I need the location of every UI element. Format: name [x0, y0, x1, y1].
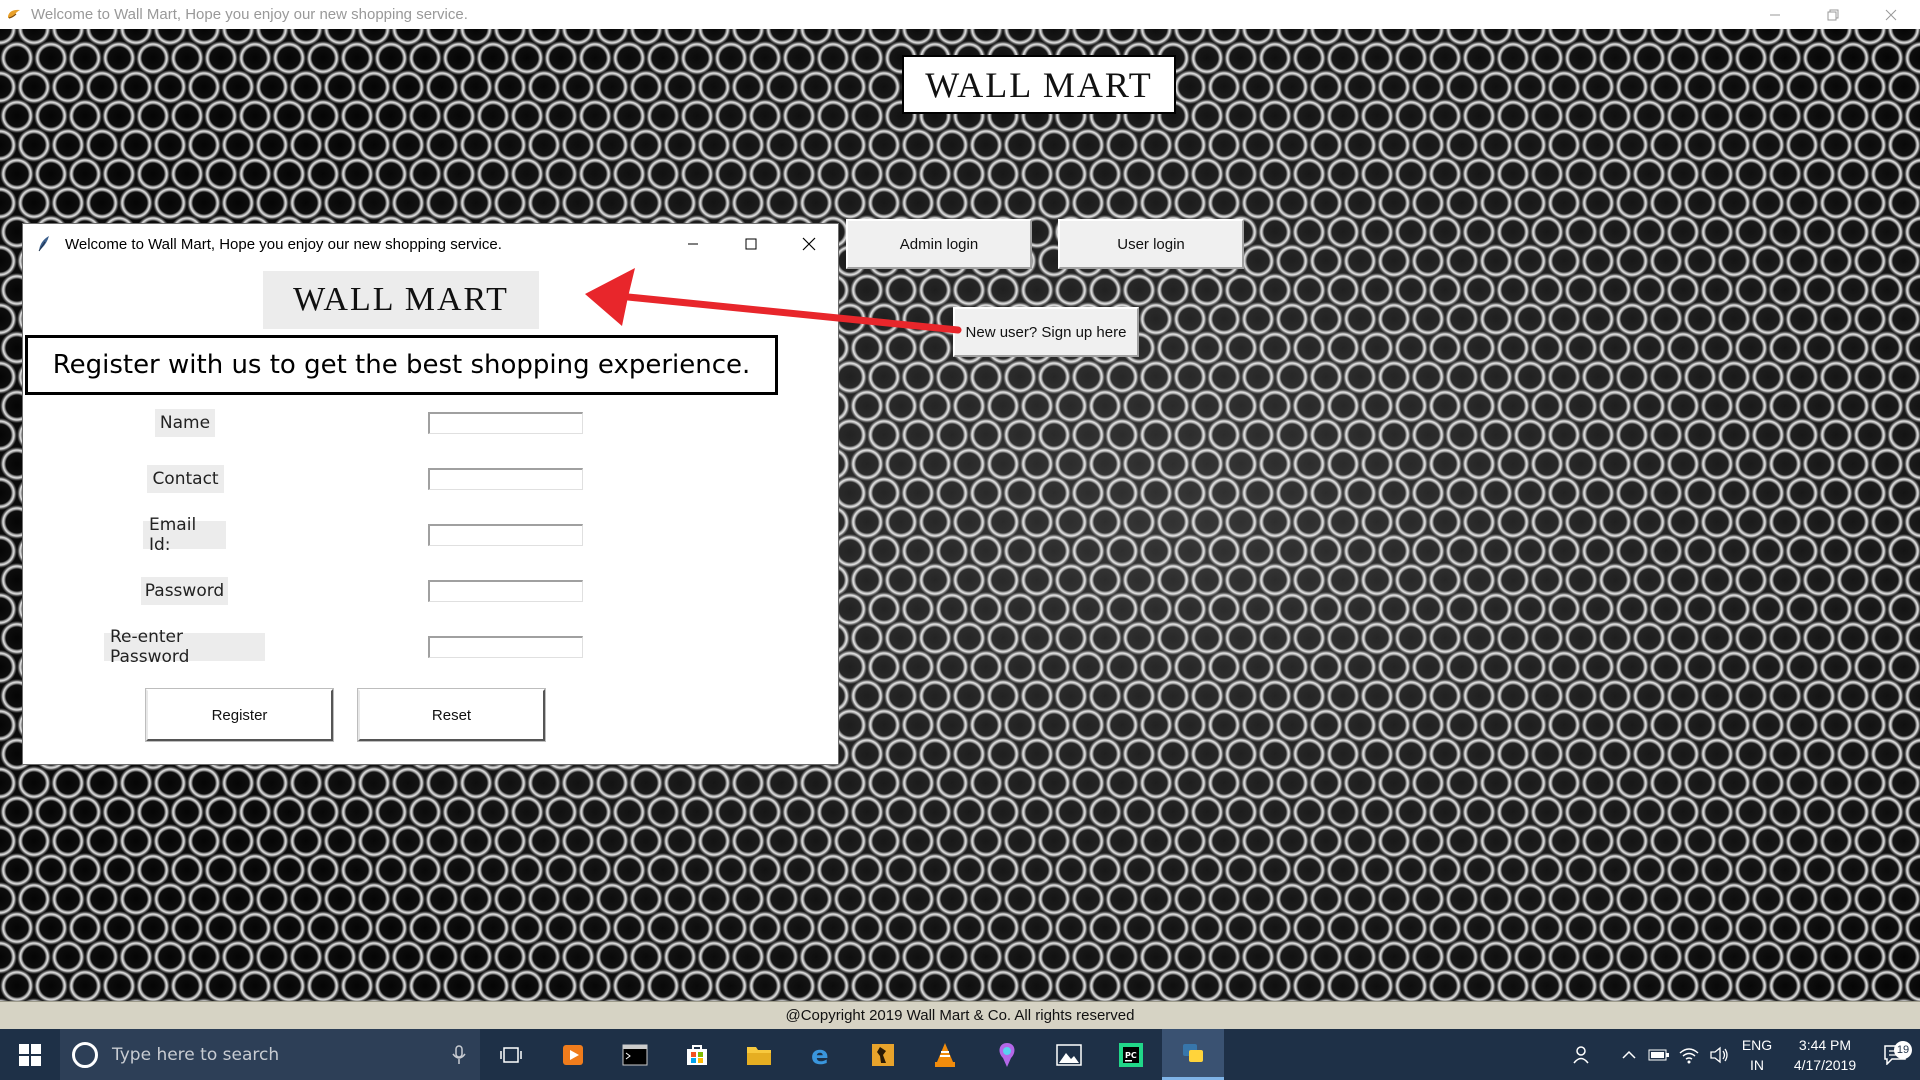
clock[interactable]: 3:44 PM 4/17/2019: [1780, 1035, 1870, 1075]
store-icon: [687, 1044, 707, 1065]
counter-strike-button[interactable]: [852, 1029, 914, 1080]
restore-button[interactable]: [1804, 0, 1862, 29]
reenter-password-label: Re-enter Password: [104, 627, 265, 667]
register-minimize-button[interactable]: [664, 224, 722, 264]
register-window[interactable]: Welcome to Wall Mart, Hope you enjoy our…: [23, 224, 838, 764]
clock-time: 3:44 PM: [1798, 1036, 1852, 1053]
edge-button[interactable]: e: [790, 1029, 852, 1080]
svg-text:e: e: [811, 1042, 829, 1068]
notification-count-badge: 19: [1894, 1040, 1912, 1059]
main-window-titlebar[interactable]: Welcome to Wall Mart, Hope you enjoy our…: [0, 0, 1920, 29]
photos-button[interactable]: [1038, 1029, 1100, 1080]
system-tray: ENG IN 3:44 PM 4/17/2019 19: [1568, 1029, 1920, 1080]
register-heading: Register with us to get the best shoppin…: [25, 335, 778, 395]
name-input[interactable]: [428, 412, 583, 434]
terminal-icon: [622, 1044, 648, 1065]
task-view-button[interactable]: [480, 1029, 542, 1080]
vlc-button[interactable]: [914, 1029, 976, 1080]
reenter-password-input[interactable]: [428, 636, 583, 658]
chevron-up-icon: [1622, 1050, 1636, 1059]
reset-button[interactable]: Reset: [358, 689, 545, 741]
user-login-button[interactable]: User login: [1058, 219, 1244, 269]
windows-logo-icon: [19, 1043, 41, 1066]
task-view-icon: [500, 1046, 522, 1063]
copyright-text: @Copyright 2019 Wall Mart & Co. All righ…: [785, 1007, 1135, 1024]
register-logo: WALL MART: [263, 271, 539, 329]
file-explorer-icon: [747, 1046, 771, 1065]
close-button[interactable]: [1862, 0, 1920, 29]
cortana-icon: [72, 1041, 98, 1068]
register-maximize-button[interactable]: [722, 224, 780, 264]
register-window-title: Welcome to Wall Mart, Hope you enjoy our…: [65, 235, 502, 253]
main-window-title: Welcome to Wall Mart, Hope you enjoy our…: [31, 6, 468, 23]
edge-icon: e: [811, 1042, 829, 1068]
microphone-icon[interactable]: [452, 1044, 466, 1065]
password-label: Password: [141, 577, 228, 605]
battery-button[interactable]: [1644, 1049, 1674, 1061]
register-close-button[interactable]: [780, 224, 838, 264]
windows-taskbar: Type here to search e PC ENG IN 3:44 PM …: [0, 1029, 1920, 1080]
people-button[interactable]: [1568, 1045, 1598, 1065]
wifi-button[interactable]: [1674, 1046, 1704, 1064]
python-icon: [1183, 1044, 1203, 1062]
python-app-button[interactable]: [1162, 1029, 1224, 1080]
volume-icon: [1710, 1046, 1728, 1063]
taskbar-search-box[interactable]: Type here to search: [60, 1029, 480, 1080]
start-button[interactable]: [0, 1029, 60, 1080]
photos-icon: [1056, 1043, 1082, 1066]
clock-date: 4/17/2019: [1793, 1056, 1857, 1073]
restore-icon: [1827, 9, 1839, 20]
contact-input[interactable]: [428, 468, 583, 490]
volume-button[interactable]: [1704, 1046, 1734, 1064]
name-label: Name: [155, 409, 215, 437]
store-button[interactable]: [666, 1029, 728, 1080]
tk-feather-icon: [38, 236, 49, 252]
language-indicator[interactable]: ENG IN: [1734, 1035, 1780, 1075]
paint3d-icon: [999, 1042, 1015, 1067]
people-icon: [1573, 1045, 1589, 1063]
close-icon: [802, 237, 816, 251]
python-feather-icon: [8, 9, 20, 19]
language-line1: ENG: [1741, 1036, 1773, 1053]
pycharm-icon: PC: [1119, 1042, 1143, 1067]
media-player-button[interactable]: [542, 1029, 604, 1080]
vlc-icon: [935, 1042, 955, 1067]
copyright-footer: @Copyright 2019 Wall Mart & Co. All righ…: [0, 1001, 1920, 1029]
signup-button[interactable]: New user? Sign up here: [953, 307, 1139, 357]
pycharm-button[interactable]: PC: [1100, 1029, 1162, 1080]
minimize-icon: [1770, 14, 1780, 15]
show-hidden-icons-button[interactable]: [1614, 1050, 1644, 1060]
register-button[interactable]: Register: [146, 689, 333, 741]
maximize-icon: [745, 238, 757, 250]
terminal-button[interactable]: [604, 1029, 666, 1080]
search-placeholder: Type here to search: [112, 1044, 280, 1065]
minimize-icon: [688, 243, 698, 245]
paint3d-button[interactable]: [976, 1029, 1038, 1080]
file-explorer-button[interactable]: [728, 1029, 790, 1080]
counter-strike-icon: [872, 1043, 894, 1066]
contact-label: Contact: [147, 465, 224, 493]
email-input[interactable]: [428, 524, 583, 546]
email-label: Email Id:: [143, 515, 226, 555]
close-icon: [1885, 9, 1897, 20]
svg-text:PC: PC: [1125, 1051, 1137, 1060]
admin-login-button[interactable]: Admin login: [846, 219, 1032, 269]
register-window-titlebar[interactable]: Welcome to Wall Mart, Hope you enjoy our…: [23, 224, 838, 264]
main-logo: WALL MART: [902, 55, 1176, 114]
minimize-button[interactable]: [1746, 0, 1804, 29]
wifi-icon: [1679, 1047, 1699, 1063]
action-center-button[interactable]: 19: [1870, 1040, 1920, 1065]
battery-icon: [1648, 1049, 1669, 1060]
media-player-icon: [563, 1044, 583, 1065]
language-line2: IN: [1750, 1056, 1764, 1073]
password-input[interactable]: [428, 580, 583, 602]
